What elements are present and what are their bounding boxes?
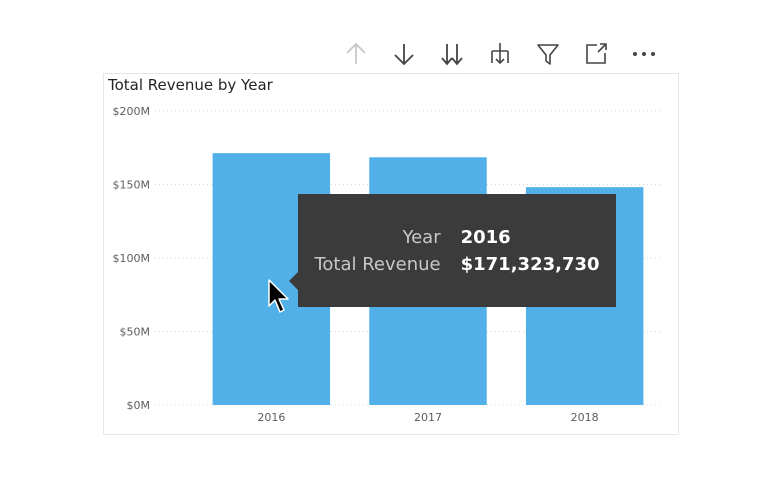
filter-button[interactable]: [532, 38, 564, 70]
x-tick-label: 2016: [257, 411, 285, 424]
filter-icon: [537, 44, 559, 65]
next-level-button[interactable]: [436, 38, 468, 70]
drill-up-button[interactable]: [340, 38, 372, 70]
tooltip-key-revenue: Total Revenue: [314, 253, 441, 275]
y-tick-label: $200M: [113, 105, 151, 118]
tooltip-value-revenue: $171,323,730: [460, 253, 600, 275]
focus-mode-icon: [586, 43, 607, 64]
tooltip-key-year: Year: [402, 226, 441, 248]
more-options-icon: [633, 52, 655, 56]
x-tick-label: 2017: [414, 411, 442, 424]
mouse-cursor-icon: [268, 279, 289, 313]
double-arrow-down-icon: [441, 44, 463, 66]
focus-mode-button[interactable]: [580, 38, 612, 70]
y-tick-label: $100M: [113, 252, 151, 265]
visual-header-toolbar: [340, 38, 660, 70]
expand-hierarchy-button[interactable]: [484, 38, 516, 70]
tooltip-value-year: 2016: [460, 226, 511, 248]
tooltip-table: Year 2016 Total Revenue $171,323,730: [314, 227, 599, 275]
y-tick-label: $150M: [113, 179, 151, 192]
x-tick-label: 2018: [571, 411, 599, 424]
y-tick-label: $0M: [127, 399, 151, 412]
arrow-up-icon: [346, 42, 366, 64]
expand-hierarchy-icon: [491, 43, 509, 65]
arrow-down-icon: [394, 44, 414, 66]
drill-down-button[interactable]: [388, 38, 420, 70]
more-options-button[interactable]: [628, 38, 660, 70]
tooltip: Year 2016 Total Revenue $171,323,730: [289, 194, 616, 307]
y-tick-label: $50M: [120, 326, 151, 339]
